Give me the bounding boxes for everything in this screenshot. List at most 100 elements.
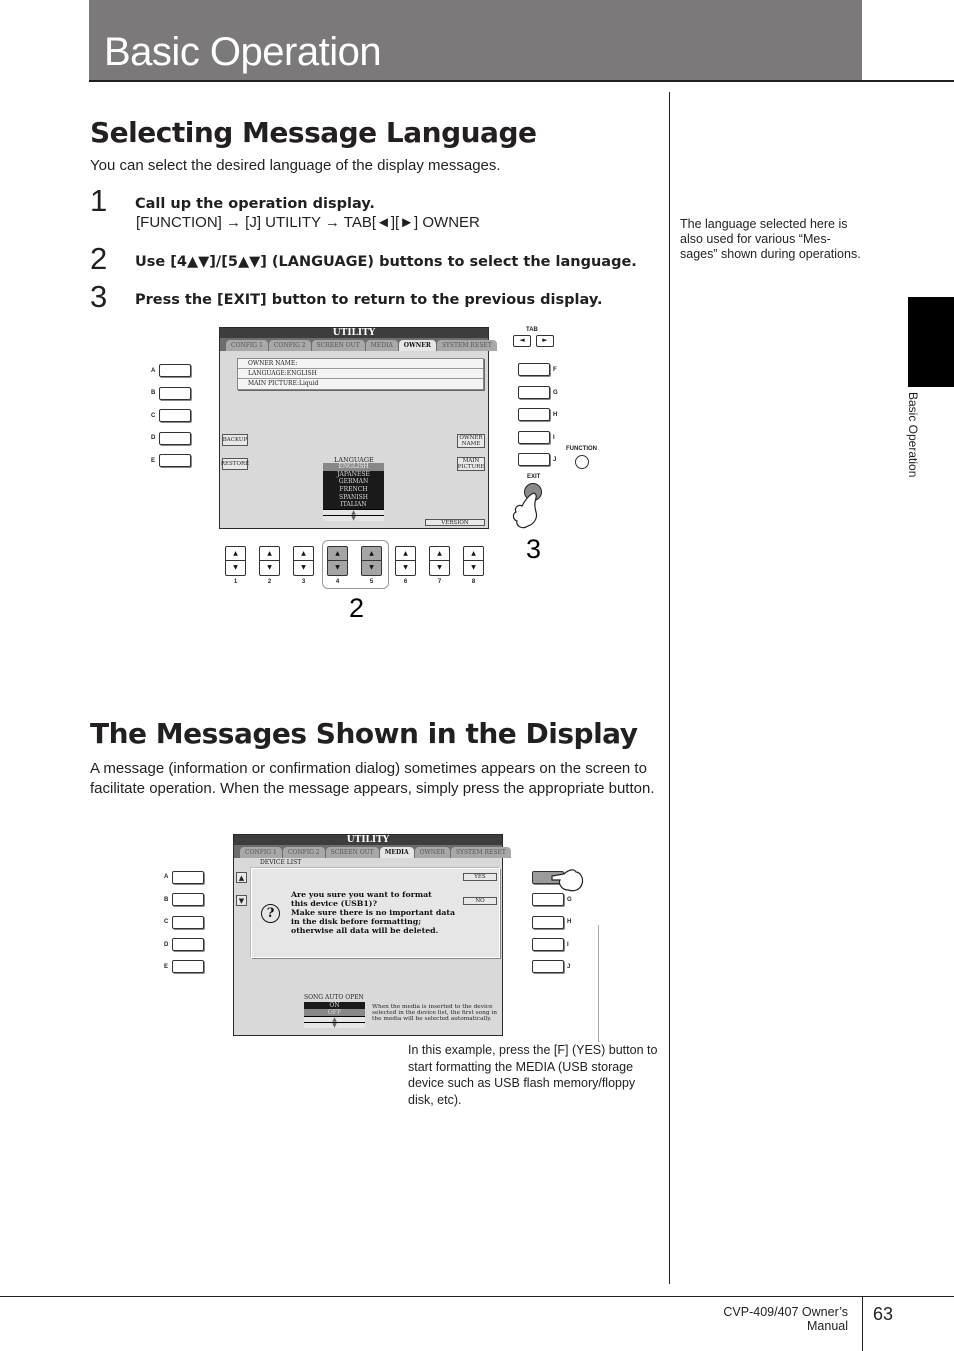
panel-button-i[interactable] xyxy=(518,431,550,444)
up-arrow-icon[interactable]: ▲ xyxy=(362,547,381,561)
panel-button-c[interactable] xyxy=(172,916,204,929)
owner-row-main-picture[interactable]: MAIN PICTURE:Liquid xyxy=(238,379,483,389)
song-auto-open-help: When the media is inserted to the device… xyxy=(372,1004,497,1022)
panel-button-d[interactable] xyxy=(159,432,191,445)
panel-button-g[interactable] xyxy=(532,893,564,906)
up-arrow-icon[interactable]: ▲ xyxy=(226,547,245,561)
panel-button-d[interactable] xyxy=(172,938,204,951)
dialog-line: this device (USB1)? xyxy=(291,899,378,908)
side-tab-marker xyxy=(908,297,954,387)
up-arrow-icon[interactable]: ▲ xyxy=(430,547,449,561)
updown-button-3[interactable]: ▲ ▼ xyxy=(293,546,314,576)
updown-button-4[interactable]: ▲ ▼ xyxy=(327,546,348,576)
lcd-tab-owner[interactable]: OWNER xyxy=(414,847,450,858)
lcd-tab-bar: CONFIG 1 CONFIG 2 SCREEN OUT MEDIA OWNER… xyxy=(220,338,497,351)
language-option-english[interactable]: ENGLISH xyxy=(323,463,384,471)
step-3-text: Press the [EXIT] button to return to the… xyxy=(135,292,603,308)
dialog-message: Are you sure you want to format this dev… xyxy=(291,890,455,935)
panel-button-j[interactable] xyxy=(518,453,550,466)
panel-button-a[interactable] xyxy=(159,364,191,377)
lcd-tab-screen-out[interactable]: SCREEN OUT xyxy=(325,847,379,858)
format-confirm-dialog: ? Are you sure you want to format this d… xyxy=(251,868,500,958)
owner-row-name[interactable]: OWNER NAME: xyxy=(238,359,483,369)
panel-button-h[interactable] xyxy=(518,408,550,421)
updown-button-8[interactable]: ▲ ▼ xyxy=(463,546,484,576)
lcd-owner-name-button[interactable]: OWNER NAME xyxy=(457,434,485,448)
button-label-j: J xyxy=(553,457,557,463)
button-label-i: I xyxy=(567,942,569,948)
up-arrow-icon[interactable]: ▲ xyxy=(294,547,313,561)
down-arrow-icon[interactable]: ▼ xyxy=(260,561,279,575)
button-label-e: E xyxy=(151,458,156,464)
language-option-japanese[interactable]: JAPANESE xyxy=(323,471,384,479)
language-scroll-down-icon[interactable]: ▼ xyxy=(323,515,384,522)
dialog-yes-button[interactable]: YES xyxy=(463,873,497,881)
down-arrow-icon[interactable]: ▼ xyxy=(362,561,381,575)
language-option-french[interactable]: FRENCH xyxy=(323,486,384,494)
panel-button-g[interactable] xyxy=(518,386,550,399)
down-arrow-icon[interactable]: ▼ xyxy=(430,561,449,575)
down-arrow-icon[interactable]: ▼ xyxy=(328,561,347,575)
lcd-tab-media[interactable]: MEDIA xyxy=(379,847,414,858)
up-arrow-icon[interactable]: ▲ xyxy=(328,547,347,561)
lcd-tab-config2[interactable]: CONFIG 2 xyxy=(282,847,325,858)
language-option-spanish[interactable]: SPANISH xyxy=(323,494,384,502)
down-arrow-icon[interactable]: ▼ xyxy=(294,561,313,575)
language-option-german[interactable]: GERMAN xyxy=(323,478,384,486)
up-arrow-icon[interactable]: ▲ xyxy=(396,547,415,561)
step-1-text: Call up the operation display. xyxy=(135,196,375,212)
button-label-j: J xyxy=(567,964,571,970)
lcd-main-picture-button[interactable]: MAIN PICTURE xyxy=(457,457,485,471)
button-label-d: D xyxy=(151,435,156,441)
updown-button-2[interactable]: ▲ ▼ xyxy=(259,546,280,576)
function-button[interactable] xyxy=(575,455,589,469)
footer-rule xyxy=(0,1296,954,1297)
tab-right-button[interactable]: ► xyxy=(536,335,554,347)
lcd-version-button[interactable]: VERSION xyxy=(425,519,485,526)
song-scroll-down-icon[interactable]: ▼ xyxy=(304,1022,365,1029)
down-arrow-icon[interactable]: ▼ xyxy=(396,561,415,575)
updown-button-number: 4 xyxy=(335,579,340,585)
up-arrow-icon[interactable]: ▲ xyxy=(464,547,483,561)
updown-button-1[interactable]: ▲ ▼ xyxy=(225,546,246,576)
lcd-tab-system-reset[interactable]: SYSTEM RESET xyxy=(450,847,511,858)
panel-button-a[interactable] xyxy=(172,871,204,884)
pointing-hand-icon xyxy=(512,492,538,529)
updown-button-6[interactable]: ▲ ▼ xyxy=(395,546,416,576)
panel-button-c[interactable] xyxy=(159,409,191,422)
song-option-on[interactable]: ON xyxy=(304,1002,365,1009)
song-option-off[interactable]: OFF xyxy=(304,1009,365,1016)
panel-button-b[interactable] xyxy=(159,387,191,400)
panel-button-j[interactable] xyxy=(532,960,564,973)
button-label-b: B xyxy=(164,897,169,903)
panel-button-e[interactable] xyxy=(159,454,191,467)
panel-button-e[interactable] xyxy=(172,960,204,973)
button-label-h: H xyxy=(567,919,572,925)
down-arrow-icon[interactable]: ▼ xyxy=(226,561,245,575)
dialog-no-button[interactable]: NO xyxy=(463,897,497,905)
up-arrow-icon[interactable]: ▲ xyxy=(260,547,279,561)
device-scroll-up-icon[interactable]: ▲ xyxy=(236,872,247,883)
device-scroll-down-icon[interactable]: ▼ xyxy=(236,895,247,906)
updown-button-7[interactable]: ▲ ▼ xyxy=(429,546,450,576)
lcd-tab-config1[interactable]: CONFIG 1 xyxy=(226,340,268,351)
owner-row-language[interactable]: LANGUAGE:ENGLISH xyxy=(238,369,483,379)
tab-left-button[interactable]: ◄ xyxy=(513,335,531,347)
lcd-tab-config1[interactable]: CONFIG 1 xyxy=(240,847,282,858)
lcd-restore-button[interactable]: RESTORE xyxy=(221,458,249,470)
panel-button-b[interactable] xyxy=(172,893,204,906)
panel-button-i[interactable] xyxy=(532,938,564,951)
lcd-tab-screen-out[interactable]: SCREEN OUT xyxy=(311,340,365,351)
lcd-tab-config2[interactable]: CONFIG 2 xyxy=(268,340,311,351)
panel-button-f[interactable] xyxy=(518,363,550,376)
panel-button-h[interactable] xyxy=(532,916,564,929)
updown-button-5[interactable]: ▲ ▼ xyxy=(361,546,382,576)
page-number: 63 xyxy=(873,1304,894,1324)
down-arrow-icon[interactable]: ▼ xyxy=(464,561,483,575)
language-option-italian[interactable]: ITALIAN xyxy=(323,501,384,509)
lcd-backup-button[interactable]: BACKUP xyxy=(222,434,248,446)
section-title-selecting-language: Selecting Message Language xyxy=(90,116,537,149)
lcd-tab-system-reset[interactable]: SYSTEM RESET xyxy=(436,340,497,351)
lcd-tab-media[interactable]: MEDIA xyxy=(365,340,398,351)
lcd-tab-owner[interactable]: OWNER xyxy=(398,340,436,351)
